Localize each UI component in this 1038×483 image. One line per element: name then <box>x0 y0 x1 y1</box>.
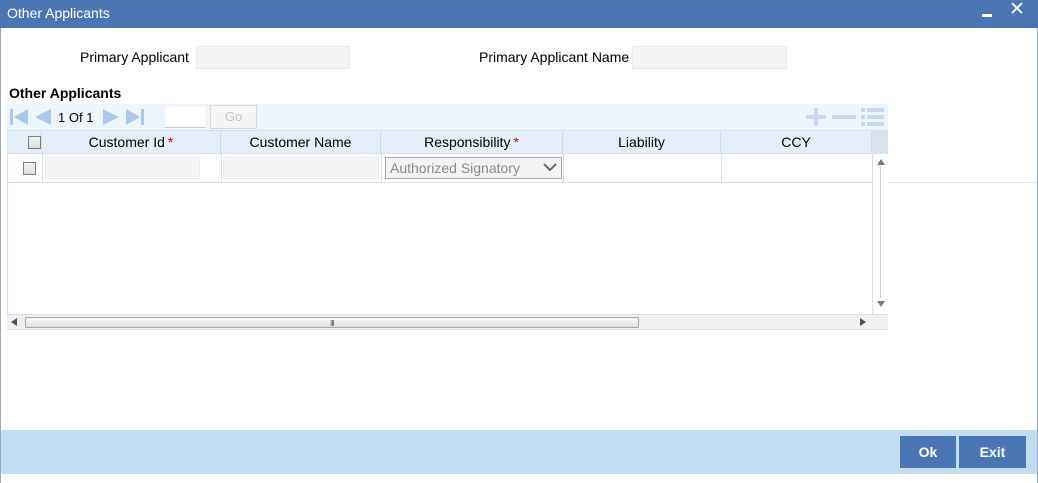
ccy-cell[interactable] <box>722 154 873 183</box>
section-title: Other Applicants <box>9 85 122 101</box>
page-number-input[interactable] <box>165 107 205 128</box>
column-label: Liability <box>618 134 665 150</box>
last-page-icon[interactable] <box>125 108 147 126</box>
scroll-thumb[interactable]: III <box>25 317 639 328</box>
customer-id-input[interactable] <box>45 157 200 179</box>
exit-button[interactable]: Exit <box>959 436 1026 468</box>
column-label: Customer Id <box>88 134 165 150</box>
customer-id-cell <box>43 154 222 183</box>
delete-row-icon[interactable] <box>831 107 857 127</box>
previous-page-icon[interactable] <box>32 108 52 126</box>
liability-cell[interactable] <box>564 154 722 183</box>
row-select-cell <box>8 154 43 183</box>
column-header-ccy[interactable]: CCY <box>721 131 872 154</box>
single-view-icon[interactable] <box>860 107 886 127</box>
page-indicator: 1 Of 1 <box>58 110 93 125</box>
window-title: Other Applicants <box>7 5 110 21</box>
required-marker: * <box>513 134 519 150</box>
table-row[interactable]: Authorized Signatory <box>8 154 873 183</box>
scroll-track <box>880 166 881 298</box>
ok-button[interactable]: Ok <box>900 436 956 468</box>
scroll-up-arrow-icon[interactable] <box>877 159 885 165</box>
required-marker: * <box>167 134 174 150</box>
grid-toolbar: 1 Of 1 Go <box>7 104 888 130</box>
customer-name-cell <box>222 154 382 183</box>
column-label: Responsibility <box>424 134 511 150</box>
footer-bar: Ok Exit <box>1 430 1037 474</box>
column-header-customer-id[interactable]: Customer Id * <box>42 131 221 154</box>
vertical-scrollbar[interactable] <box>872 154 888 314</box>
row-checkbox[interactable] <box>23 162 36 175</box>
next-page-icon[interactable] <box>102 108 122 126</box>
column-label: CCY <box>781 134 811 150</box>
minimize-icon[interactable] <box>976 0 998 26</box>
primary-applicant-label: Primary Applicant <box>80 49 189 65</box>
column-header-responsibility[interactable]: Responsibility * <box>381 131 563 154</box>
scroll-left-arrow-icon[interactable] <box>11 318 17 326</box>
add-row-icon[interactable] <box>804 107 828 127</box>
chevron-down-icon <box>543 163 557 172</box>
current-page: 1 <box>58 110 66 125</box>
responsibility-select[interactable]: Authorized Signatory <box>385 157 562 179</box>
grid-header: Customer Id * Customer Name Responsibilit… <box>7 130 888 154</box>
close-icon[interactable]: ✕ <box>1006 0 1028 27</box>
column-header-customer-name[interactable]: Customer Name <box>221 131 381 154</box>
select-all-checkbox[interactable] <box>28 136 41 149</box>
horizontal-scrollbar[interactable]: III <box>7 314 888 330</box>
primary-applicant-name-field[interactable] <box>632 46 787 69</box>
total-pages: 1 <box>86 110 94 125</box>
first-page-icon[interactable] <box>9 108 29 126</box>
divider <box>888 182 1037 183</box>
header-scroll-spacer <box>872 131 888 154</box>
primary-applicant-field[interactable] <box>196 46 350 69</box>
primary-applicant-name-label: Primary Applicant Name <box>479 49 630 65</box>
window-titlebar: Other Applicants ✕ <box>0 0 1038 28</box>
grid-body: Authorized Signatory <box>7 154 888 314</box>
of-label: Of <box>68 110 83 125</box>
scroll-grip: III <box>330 319 335 328</box>
header-select-cell <box>7 131 42 154</box>
column-label: Customer Name <box>249 134 352 150</box>
column-header-liability[interactable]: Liability <box>563 131 721 154</box>
go-button[interactable]: Go <box>210 105 257 129</box>
customer-name-input[interactable] <box>223 157 379 179</box>
scroll-right-arrow-icon[interactable] <box>860 318 866 326</box>
scroll-down-arrow-icon[interactable] <box>877 301 885 307</box>
responsibility-value: Authorized Signatory <box>390 160 520 176</box>
